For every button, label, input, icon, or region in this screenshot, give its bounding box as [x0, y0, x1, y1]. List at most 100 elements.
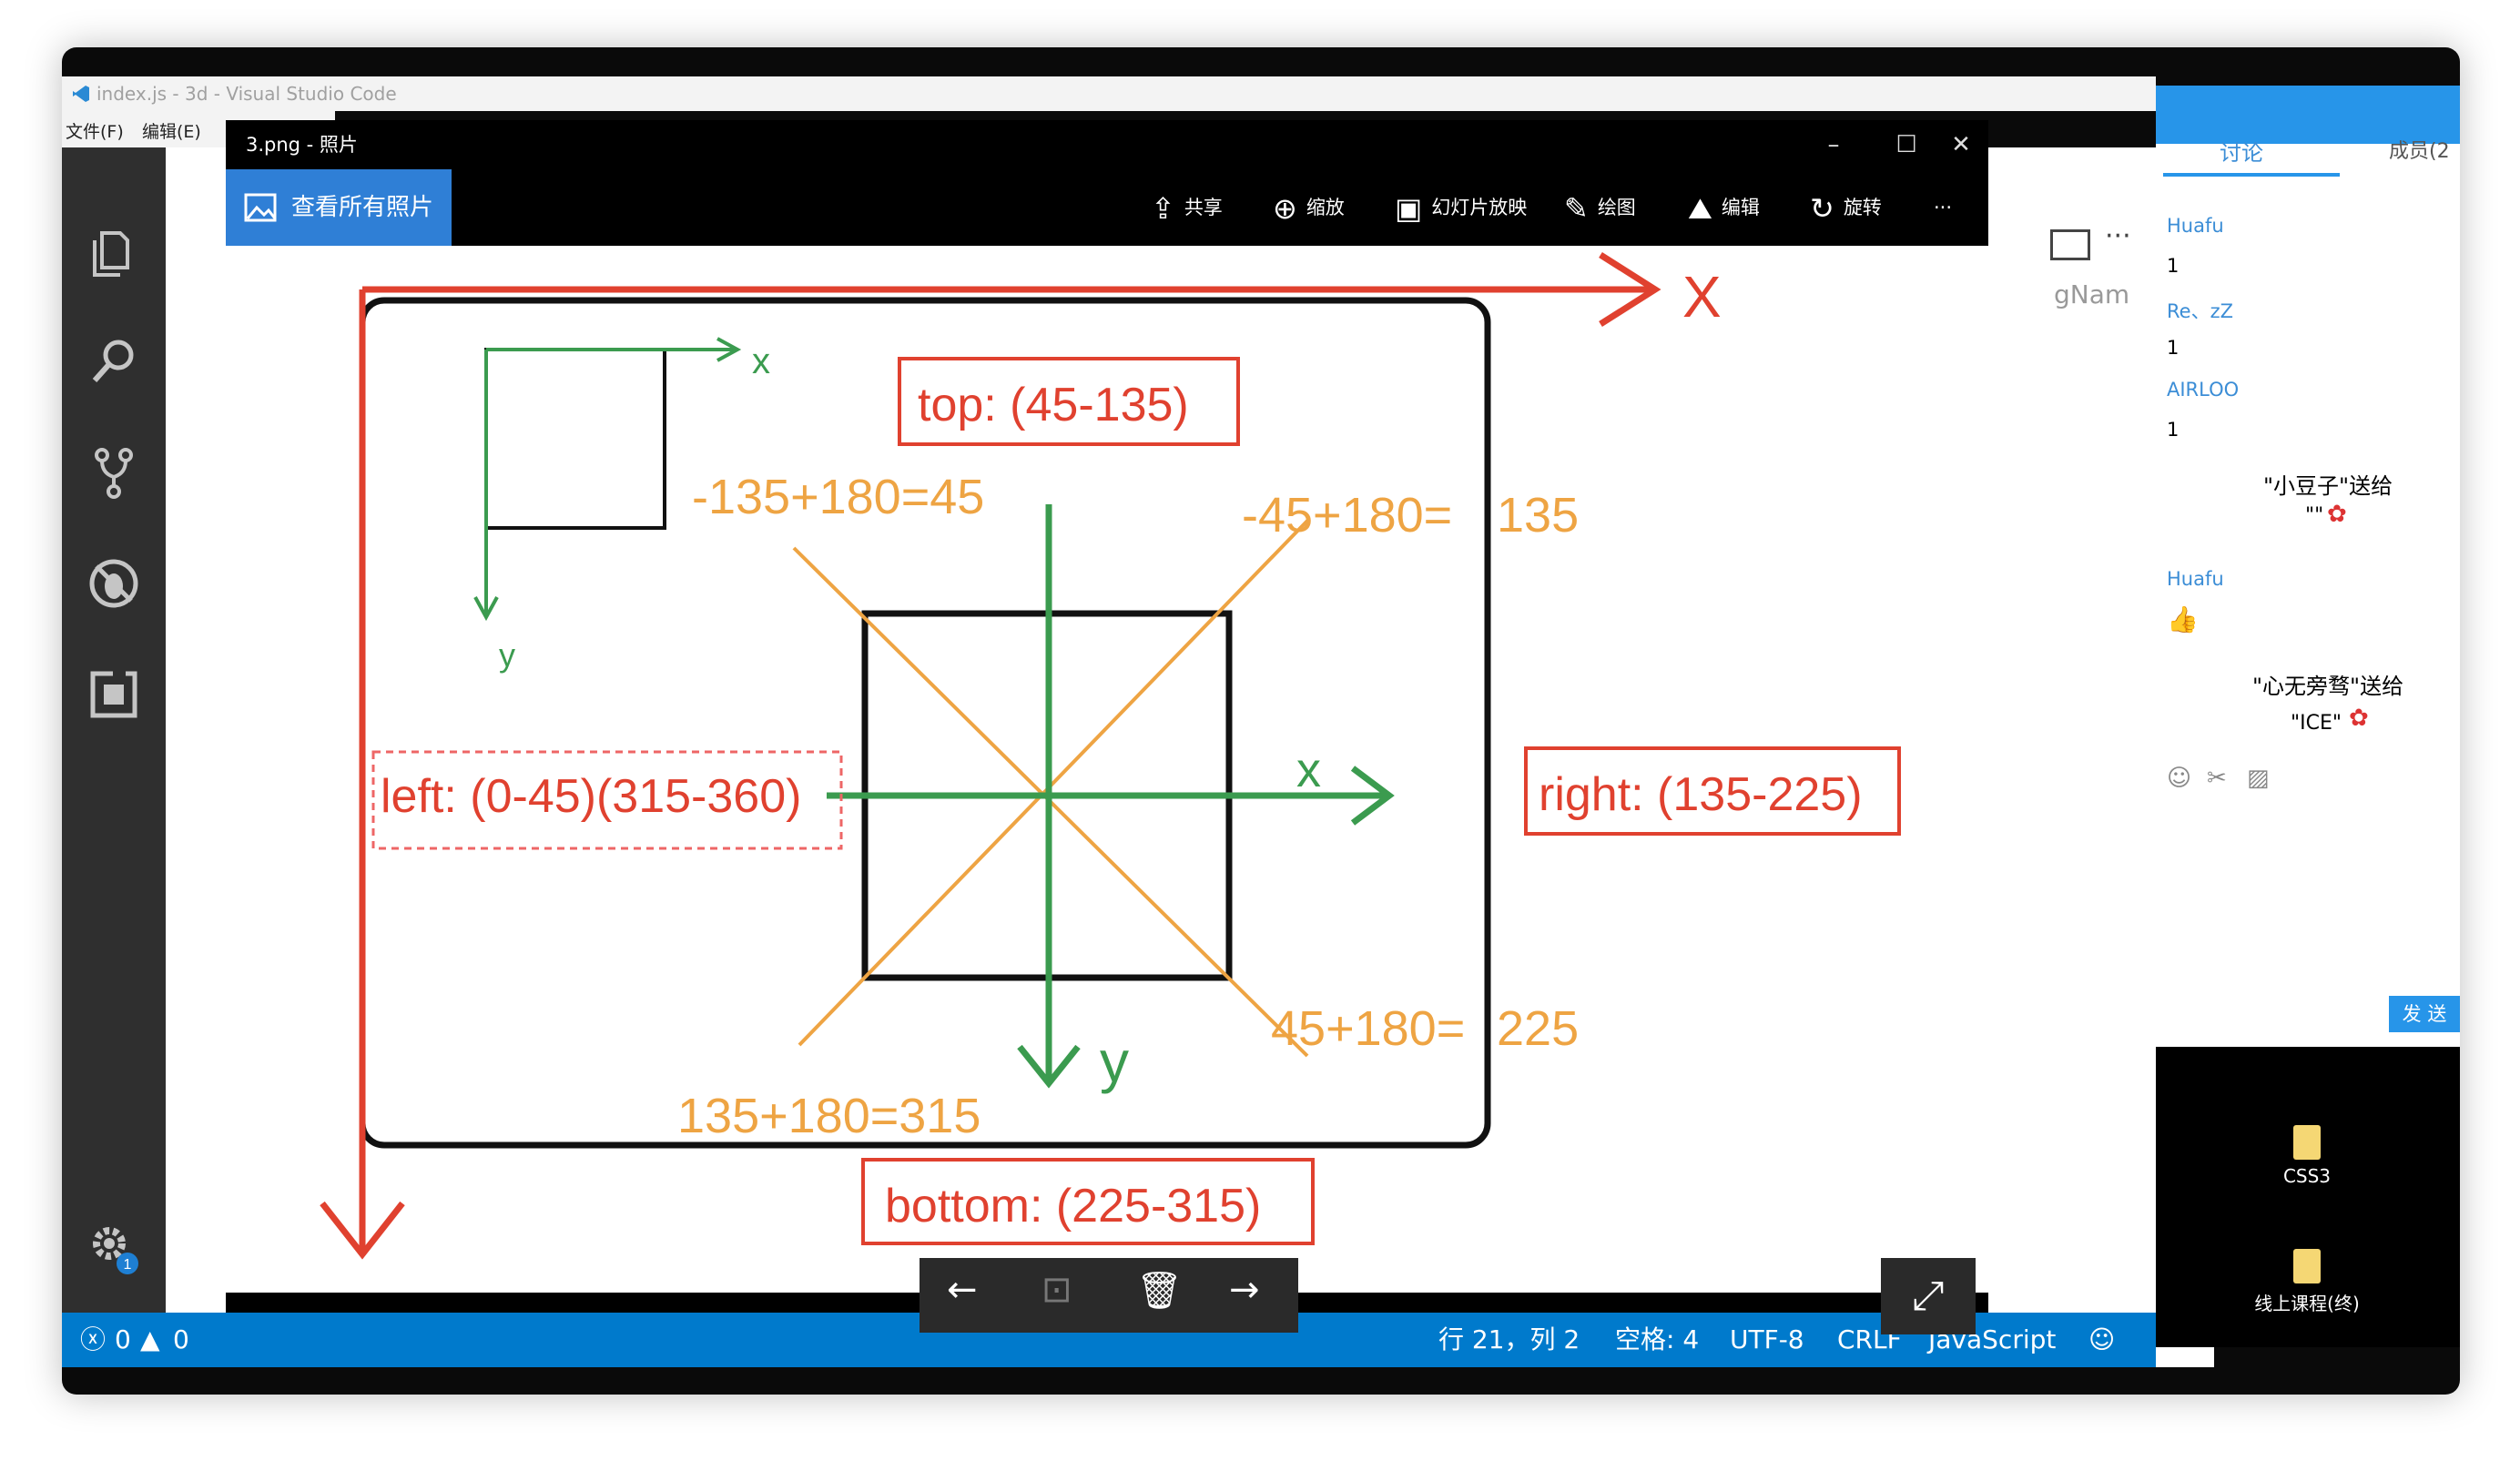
extensions-icon[interactable] — [82, 663, 146, 726]
share-label: 共享 — [1184, 197, 1223, 218]
debug-icon[interactable] — [82, 552, 146, 615]
desktop-icon-css3[interactable]: CSS3 — [2234, 1125, 2380, 1187]
rose-icon: ✿ — [2349, 705, 2369, 732]
draw-button[interactable]: ✎ 绘图 — [1564, 169, 1636, 246]
zoom-icon: ⊕ — [1273, 191, 1297, 226]
delete-trash-icon[interactable]: 🗑 — [1136, 1269, 1183, 1312]
settings-badge: 1 — [124, 1257, 132, 1273]
chat-message-author: AIRLOO — [2167, 379, 2240, 401]
rotate-label: 旋转 — [1843, 197, 1882, 218]
emoji-icon[interactable]: ☺ — [2167, 765, 2191, 792]
equation-top-right-b: 135 — [1497, 488, 1579, 543]
zoom-button[interactable]: ⊕ 缩放 — [1273, 169, 1345, 246]
zoom-label: 缩放 — [1306, 197, 1345, 218]
error-icon[interactable]: ⓧ — [80, 1313, 106, 1367]
folder-icon — [2293, 1249, 2321, 1283]
desktop-icon-label: 线上课程(终) — [2254, 1293, 2360, 1314]
small-x-label: x — [752, 341, 770, 381]
bottom-region-label: bottom: (225-315) — [885, 1180, 1261, 1233]
left-region-label: left: (0-45)(315-360) — [381, 770, 801, 823]
desktop-area: CSS3 线上课程(终) — [2156, 1047, 2460, 1347]
edit-label: 编辑 — [1721, 197, 1760, 218]
thumbs-up-icon: 👍 — [2167, 604, 2199, 634]
edit-button[interactable]: ⛰ 编辑 — [1688, 169, 1760, 246]
photos-toolbar: 查看所有照片 ⇪ 共享 ⊕ 缩放 ▣ 幻灯片放映 ✎ 绘图 ⛰ 编辑 ↻ 旋转 ··· — [226, 169, 1988, 246]
equation-bottom-right-a: 45+180= — [1271, 1001, 1465, 1056]
gift-message-1: "小豆子"送给 — [2263, 473, 2393, 499]
edit-icon: ⛰ — [1688, 191, 1712, 226]
discussion-tab-underline — [2163, 173, 2340, 177]
next-arrow-icon[interactable]: → — [1229, 1269, 1260, 1311]
warning-count[interactable]: 0 — [173, 1313, 189, 1367]
warning-icon[interactable]: ▲ — [140, 1313, 160, 1367]
slideshow-label: 幻灯片放映 — [1431, 197, 1528, 218]
settings-gear-icon[interactable]: 1 — [82, 1214, 146, 1278]
top-region-label: top: (45-135) — [918, 379, 1189, 431]
explorer-icon[interactable] — [82, 220, 146, 284]
gift-message-2-target: "ICE" — [2291, 712, 2342, 735]
chat-message-text: 1 — [2167, 255, 2180, 277]
angle-diagram: X x y y x top: (45-135) right: (135-225)… — [320, 252, 1901, 1260]
equation-top-right-a: -45+180= — [1242, 488, 1452, 543]
fullscreen-expand-icon[interactable]: ⤢ — [1881, 1258, 1976, 1334]
menu-edit[interactable]: 编辑(E) — [142, 118, 201, 143]
folder-icon — [2293, 1125, 2321, 1160]
editor-more-icon[interactable]: ··· — [2105, 220, 2131, 252]
center-x-label: x — [1296, 743, 1321, 797]
encoding[interactable]: UTF-8 — [1730, 1313, 1804, 1367]
chat-message-author: Re、zZ — [2167, 300, 2233, 322]
menu-file[interactable]: 文件(F) — [66, 118, 124, 143]
screen-frame: index.js - 3d - Visual Studio Code 文件(F)… — [62, 47, 2460, 1395]
see-all-photos-button[interactable]: 查看所有照片 — [226, 169, 452, 246]
chat-message-text: 1 — [2167, 337, 2180, 359]
red-x-label: X — [1682, 264, 1722, 330]
equation-bottom-right-b: 225 — [1497, 1001, 1579, 1056]
equation-top-left: -135+180=45 — [692, 470, 984, 524]
more-button[interactable]: ··· — [1934, 169, 1952, 246]
desktop-icon-label: CSS3 — [2282, 1165, 2332, 1187]
cursor-position[interactable]: 行 21，列 2 — [1438, 1313, 1580, 1367]
gift-message-2: "心无旁骛"送给 — [2252, 674, 2404, 699]
members-tab[interactable]: 成员(2 — [2389, 135, 2450, 164]
minimize-button[interactable]: – — [1806, 120, 1861, 169]
photo-icon — [244, 193, 277, 222]
slideshow-button[interactable]: ▣ 幻灯片放映 — [1395, 169, 1527, 246]
chat-message-text: 1 — [2167, 419, 2180, 441]
slideshow-icon: ▣ — [1395, 191, 1423, 226]
gift-message-1-target: "" — [2305, 504, 2324, 527]
rotate-button[interactable]: ↻ 旋转 — [1810, 169, 1882, 246]
rose-icon: ✿ — [2327, 501, 2347, 528]
scissors-icon[interactable]: ✂ — [2207, 765, 2227, 792]
previous-arrow-icon[interactable]: ← — [947, 1269, 978, 1311]
photos-window: 3.png - 照片 – ☐ ✕ 查看所有照片 ⇪ 共享 ⊕ 缩放 ▣ 幻灯片放映 ✎… — [226, 120, 1988, 1334]
equation-bottom-left: 135+180=315 — [677, 1089, 981, 1143]
image-canvas: X x y y x top: (45-135) right: (135-225)… — [226, 246, 1988, 1293]
source-control-icon[interactable] — [82, 441, 146, 504]
small-y-label: y — [499, 636, 515, 674]
right-region-label: right: (135-225) — [1539, 768, 1863, 821]
share-button[interactable]: ⇪ 共享 — [1151, 169, 1223, 246]
close-button[interactable]: ✕ — [1934, 120, 1988, 169]
indentation[interactable]: 空格: 4 — [1615, 1313, 1699, 1367]
compare-icon[interactable]: ⊡ — [1042, 1269, 1072, 1311]
feedback-smiley-icon[interactable]: ☺ — [2088, 1313, 2115, 1367]
diagonal-tr-bl — [798, 517, 1311, 1047]
maximize-button[interactable]: ☐ — [1879, 120, 1934, 169]
vscode-title-bar: index.js - 3d - Visual Studio Code — [62, 76, 2156, 111]
search-icon[interactable] — [82, 330, 146, 393]
split-editor-icon[interactable] — [2050, 229, 2090, 260]
draw-label: 绘图 — [1597, 197, 1636, 218]
send-button[interactable]: 发 送 — [2389, 996, 2460, 1032]
photos-title-bar: 3.png - 照片 – ☐ ✕ — [226, 120, 1988, 169]
photo-navigation-bar: ← ⊡ 🗑 → — [920, 1258, 1298, 1333]
chat-message-author: Huafu — [2167, 568, 2224, 590]
error-count[interactable]: 0 — [115, 1313, 131, 1367]
vscode-window-title: index.js - 3d - Visual Studio Code — [97, 83, 397, 105]
see-all-label: 查看所有照片 — [291, 194, 434, 221]
discussion-tab[interactable]: 讨论 — [2220, 135, 2263, 167]
editor-code-fragment: gNam — [2054, 279, 2130, 309]
image-icon[interactable]: ▨ — [2247, 765, 2270, 792]
chat-message-author: Huafu — [2167, 215, 2224, 237]
share-icon: ⇪ — [1151, 191, 1175, 226]
desktop-icon-course[interactable]: 线上课程(终) — [2234, 1249, 2380, 1315]
